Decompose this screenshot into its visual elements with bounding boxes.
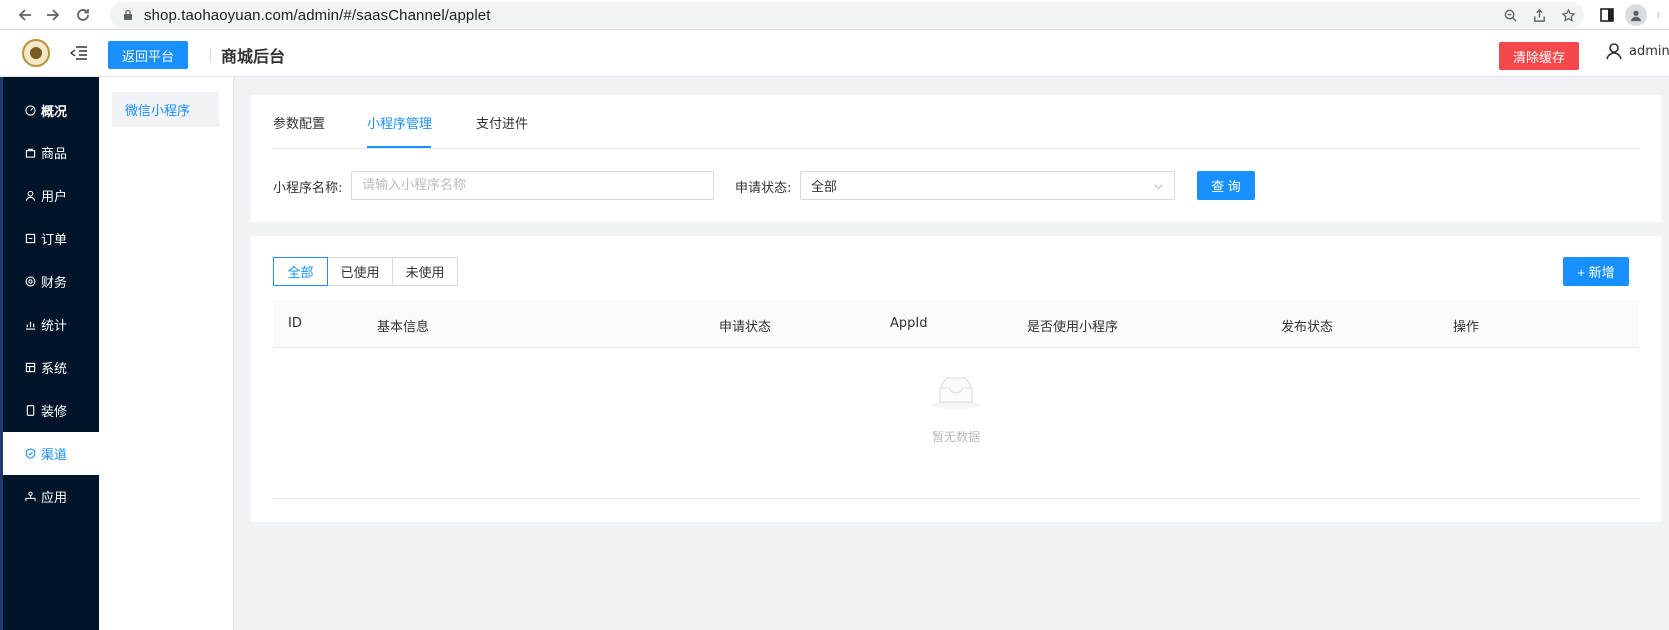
user-icon [1606, 43, 1622, 60]
system-icon [25, 362, 36, 373]
shop-logo [22, 39, 50, 67]
sidebar-item-users[interactable]: 用户 [3, 174, 99, 217]
lock-icon [124, 9, 132, 20]
radio-unused[interactable]: 未使用 [392, 257, 458, 286]
browser-toolbar: shop.taohaoyuan.com/admin/#/saasChannel/… [0, 0, 1669, 30]
sidebar-item-label: 系统 [41, 362, 68, 377]
sidebar-item-system[interactable]: 系统 [3, 346, 99, 389]
sidebar-item-label: 订单 [41, 233, 68, 248]
sidebar-item-decoration[interactable]: 装修 [3, 389, 99, 432]
empty-text: 暂无数据 [931, 430, 980, 444]
order-icon [25, 233, 36, 244]
sidebar-item-goods[interactable]: 商品 [3, 131, 99, 174]
header-divider [210, 48, 211, 62]
apply-status-select[interactable]: 全部 [800, 171, 1175, 200]
profile-icon[interactable] [1625, 4, 1647, 26]
query-button[interactable]: 查 询 [1197, 171, 1255, 200]
sub-sidebar: 微信小程序 [99, 77, 234, 630]
column-appid: AppId [890, 316, 928, 331]
filter-card: 参数配置 小程序管理 支付进件 小程序名称: 申请状态: 全部 查 询 [251, 95, 1661, 222]
apps-icon [25, 491, 36, 502]
sidebar-item-orders[interactable]: 订单 [3, 217, 99, 260]
page-title: 商城后台 [221, 47, 286, 66]
radio-used[interactable]: 已使用 [327, 257, 393, 286]
sidebar-item-label: 装修 [41, 405, 68, 420]
chevron-down-icon [1154, 184, 1163, 190]
stats-icon [25, 321, 36, 330]
sub-sidebar-item-wechat-applet[interactable]: 微信小程序 [112, 92, 219, 127]
radio-all[interactable]: 全部 [273, 257, 328, 286]
sidebar-item-finance[interactable]: 财务 [3, 260, 99, 303]
user-icon [25, 190, 36, 201]
column-apply-status: 申请状态 [719, 320, 772, 335]
address-bar[interactable]: shop.taohaoyuan.com/admin/#/saasChannel/… [110, 2, 1584, 28]
tab-params-config[interactable]: 参数配置 [273, 113, 325, 132]
back-arrow-icon[interactable] [10, 0, 40, 30]
applet-name-input[interactable] [351, 171, 714, 200]
reload-icon[interactable] [68, 0, 98, 30]
mobile-icon [26, 405, 35, 416]
sidebar-item-label: 统计 [41, 319, 68, 334]
tab-payment-onboarding[interactable]: 支付进件 [476, 113, 528, 132]
apply-status-value: 全部 [811, 180, 838, 195]
share-icon[interactable] [1532, 8, 1547, 23]
shield-icon [25, 448, 36, 459]
finance-icon [25, 276, 36, 287]
sidebar-item-label: 商品 [41, 147, 68, 162]
empty-state: 暂无数据 [273, 348, 1639, 487]
sidebar-item-overview[interactable]: 概况 [3, 89, 99, 132]
sidebar-item-label: 概况 [41, 105, 68, 120]
usage-filter-group: 全部 已使用 未使用 [273, 257, 458, 286]
column-use-applet: 是否使用小程序 [1027, 320, 1119, 335]
sidebar-item-apps[interactable]: 应用 [3, 475, 99, 518]
applet-name-label: 小程序名称: [273, 181, 343, 196]
zoom-icon[interactable] [1503, 8, 1518, 23]
sidebar-item-channel[interactable]: 渠道 [3, 432, 99, 475]
menu-dots-icon[interactable] [1657, 7, 1663, 23]
column-publish-status: 发布状态 [1281, 320, 1334, 335]
empty-inbox-icon [932, 377, 980, 409]
column-id: ID [288, 316, 302, 331]
sidebar-item-label: 用户 [41, 190, 68, 205]
dashboard-icon [25, 105, 36, 116]
apply-status-label: 申请状态: [735, 181, 792, 196]
user-name: admin [1629, 43, 1669, 59]
add-button[interactable]: + 新增 [1563, 257, 1629, 286]
sidebar-item-label: 财务 [41, 276, 68, 291]
table-bottom-border [273, 498, 1639, 499]
sidebar-item-label: 应用 [41, 491, 68, 506]
sidebar-item-stats[interactable]: 统计 [3, 303, 99, 346]
column-basic-info: 基本信息 [377, 320, 430, 335]
tab-bar: 参数配置 小程序管理 支付进件 [273, 95, 1639, 149]
tab-applet-management[interactable]: 小程序管理 [367, 113, 432, 132]
url-text: shop.taohaoyuan.com/admin/#/saasChannel/… [144, 6, 491, 24]
side-panel-icon[interactable] [1599, 7, 1615, 23]
back-to-platform-button[interactable]: 返回平台 [108, 41, 188, 69]
list-card: 全部 已使用 未使用 + 新增 ID 基本信息 申请状态 AppId 是否使用小… [251, 236, 1661, 522]
bag-icon [25, 148, 36, 158]
collapse-menu-icon[interactable] [70, 45, 88, 61]
sidebar-item-label: 渠道 [41, 448, 68, 463]
clear-cache-button[interactable]: 清除缓存 [1499, 42, 1579, 70]
star-icon[interactable] [1561, 7, 1576, 23]
user-menu[interactable]: admin [1605, 42, 1669, 60]
app-header: 返回平台 商城后台 清除缓存 admin [0, 30, 1669, 77]
table-header: ID 基本信息 申请状态 AppId 是否使用小程序 发布状态 操作 [273, 300, 1639, 348]
column-actions: 操作 [1453, 320, 1480, 335]
active-tab-indicator [367, 146, 431, 148]
forward-arrow-icon[interactable] [38, 0, 68, 30]
